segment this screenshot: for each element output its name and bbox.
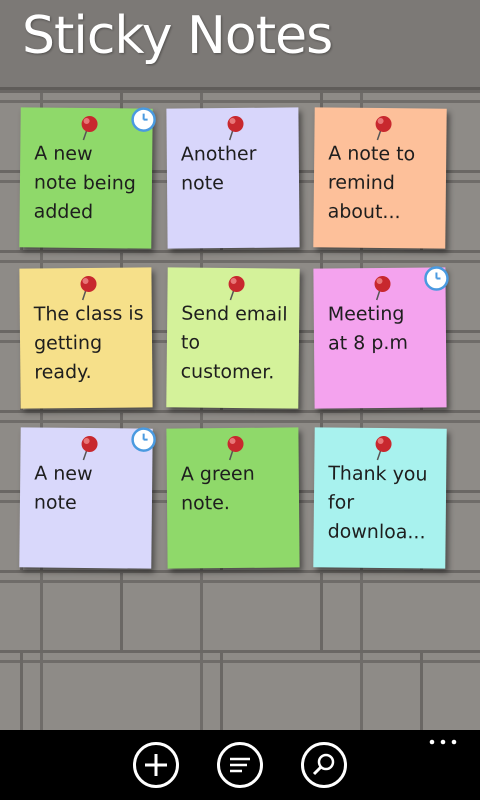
- pushpin-icon: [227, 115, 244, 141]
- reminder-clock-icon: [131, 427, 156, 452]
- pushpin-icon: [81, 436, 98, 461]
- add-note-button[interactable]: [133, 742, 179, 788]
- note-text: Thank you for downloa...: [327, 462, 428, 544]
- search-button[interactable]: [301, 742, 347, 788]
- sort-icon: [230, 757, 250, 773]
- brick-row: [0, 570, 480, 653]
- add-icon: [145, 754, 167, 776]
- pushpin-icon: [375, 116, 392, 141]
- app-title: Sticky Notes: [22, 6, 333, 66]
- note-text: A new note: [33, 462, 93, 514]
- note-text: Send email to customer.: [180, 302, 288, 384]
- reminder-clock-icon: [131, 107, 156, 132]
- sticky-note[interactable]: A green note.: [166, 427, 300, 569]
- sticky-note[interactable]: Thank you for downloa...: [313, 427, 447, 569]
- sort-button[interactable]: [217, 742, 263, 788]
- reminder-clock-icon: [424, 266, 449, 291]
- note-text: Another note: [180, 142, 257, 195]
- more-dots-icon[interactable]: [428, 738, 458, 746]
- sticky-note[interactable]: A note to remind about...: [313, 107, 447, 249]
- sticky-note[interactable]: Send email to customer.: [166, 267, 300, 409]
- brick-row: [0, 650, 480, 733]
- sticky-note[interactable]: Meeting at 8 p.m: [313, 266, 449, 409]
- note-text: Meeting at 8 p.m: [327, 302, 409, 355]
- note-text: A green note.: [180, 462, 255, 515]
- title-bar: Sticky Notes: [0, 0, 480, 90]
- pushpin-icon: [80, 275, 97, 301]
- pushpin-icon: [227, 435, 244, 461]
- app-bar: [0, 730, 480, 800]
- note-text: A note to remind about...: [327, 142, 416, 224]
- note-text: A new note being added: [33, 142, 137, 224]
- sticky-note[interactable]: A new note: [19, 427, 156, 569]
- search-icon: [312, 753, 335, 776]
- pushpin-icon: [228, 276, 245, 301]
- sticky-note[interactable]: Another note: [166, 107, 300, 249]
- pushpin-icon: [81, 116, 98, 141]
- note-text: The class is getting ready.: [33, 302, 144, 384]
- pushpin-icon: [374, 275, 391, 301]
- sticky-note[interactable]: A new note being added: [19, 107, 156, 249]
- pushpin-icon: [375, 436, 392, 461]
- sticky-note[interactable]: The class is getting ready.: [19, 267, 153, 409]
